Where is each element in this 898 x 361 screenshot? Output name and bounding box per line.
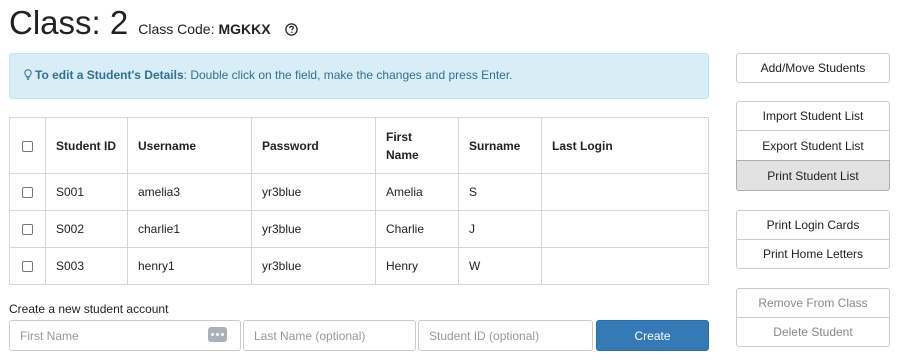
delete-student-button[interactable]: Delete Student [736, 317, 890, 347]
print-login-cards-button[interactable]: Print Login Cards [736, 210, 890, 240]
row-select-cell [9, 173, 46, 211]
cell-surname[interactable]: S [458, 173, 542, 211]
last-name-input[interactable] [243, 320, 416, 351]
class-code-label: Class Code: [138, 21, 215, 37]
row-checkbox[interactable] [22, 187, 33, 199]
cell-first-name[interactable]: Henry [375, 247, 459, 285]
alert-text: : Double click on the field, make the ch… [183, 68, 513, 82]
cell-student-id[interactable]: S002 [45, 210, 128, 248]
row-checkbox[interactable] [22, 261, 33, 273]
first-name-input[interactable] [9, 320, 241, 351]
print-home-letters-button[interactable]: Print Home Letters [736, 239, 890, 269]
cell-first-name[interactable]: Charlie [375, 210, 459, 248]
cell-last-login [541, 173, 709, 211]
cell-username[interactable]: henry1 [127, 247, 252, 285]
column-header-password[interactable]: Password [251, 117, 376, 174]
cell-username[interactable]: charlie1 [127, 210, 252, 248]
cell-password[interactable]: yr3blue [251, 173, 376, 211]
table-row[interactable]: S003 henry1 yr3blue Henry W [9, 247, 709, 285]
class-code-value: MGKKX [218, 21, 271, 37]
column-header-surname[interactable]: Surname [458, 117, 542, 174]
create-button[interactable]: Create [596, 320, 709, 351]
cell-password[interactable]: yr3blue [251, 210, 376, 248]
students-table: Student ID Username Password First Name … [9, 117, 709, 285]
create-student-label: Create a new student account [9, 302, 169, 316]
lightbulb-icon [24, 69, 32, 83]
table-row[interactable]: S001 amelia3 yr3blue Amelia S [9, 173, 709, 211]
cell-last-login [541, 210, 709, 248]
cell-surname[interactable]: J [458, 210, 542, 248]
alert-bold-text: To edit a Student's Details [35, 68, 184, 82]
select-all-cell [9, 117, 46, 174]
cell-student-id[interactable]: S001 [45, 173, 128, 211]
cell-surname[interactable]: W [458, 247, 542, 285]
cell-username[interactable]: amelia3 [127, 173, 252, 211]
import-student-list-button[interactable]: Import Student List [736, 101, 890, 131]
cell-last-login [541, 247, 709, 285]
cell-password[interactable]: yr3blue [251, 247, 376, 285]
remove-from-class-button[interactable]: Remove From Class [736, 288, 890, 318]
question-circle-icon[interactable] [284, 23, 298, 41]
student-id-input[interactable] [418, 320, 593, 351]
column-header-first-name[interactable]: First Name [375, 117, 459, 174]
edit-tip-alert: To edit a Student's Details: Double clic… [9, 53, 709, 99]
export-student-list-button[interactable]: Export Student List [736, 130, 890, 161]
add-move-students-button[interactable]: Add/Move Students [736, 53, 890, 83]
cell-student-id[interactable]: S003 [45, 247, 128, 285]
column-header-first-name-text: First Name [386, 129, 419, 162]
table-row[interactable]: S002 charlie1 yr3blue Charlie J [9, 210, 709, 248]
column-header-student-id[interactable]: Student ID [45, 117, 128, 174]
row-select-cell [9, 247, 46, 285]
row-select-cell [9, 210, 46, 248]
more-dots-icon[interactable] [208, 327, 227, 342]
class-title: Class: 2 [9, 4, 129, 41]
page-header: Class: 2 Class Code: MGKKX [9, 4, 298, 44]
row-checkbox[interactable] [22, 224, 33, 236]
select-all-checkbox[interactable] [22, 140, 33, 152]
column-header-username[interactable]: Username [127, 117, 252, 174]
print-student-list-button[interactable]: Print Student List [736, 160, 890, 191]
cell-first-name[interactable]: Amelia [375, 173, 459, 211]
column-header-last-login[interactable]: Last Login [541, 117, 709, 174]
table-header-row: Student ID Username Password First Name … [9, 117, 709, 174]
